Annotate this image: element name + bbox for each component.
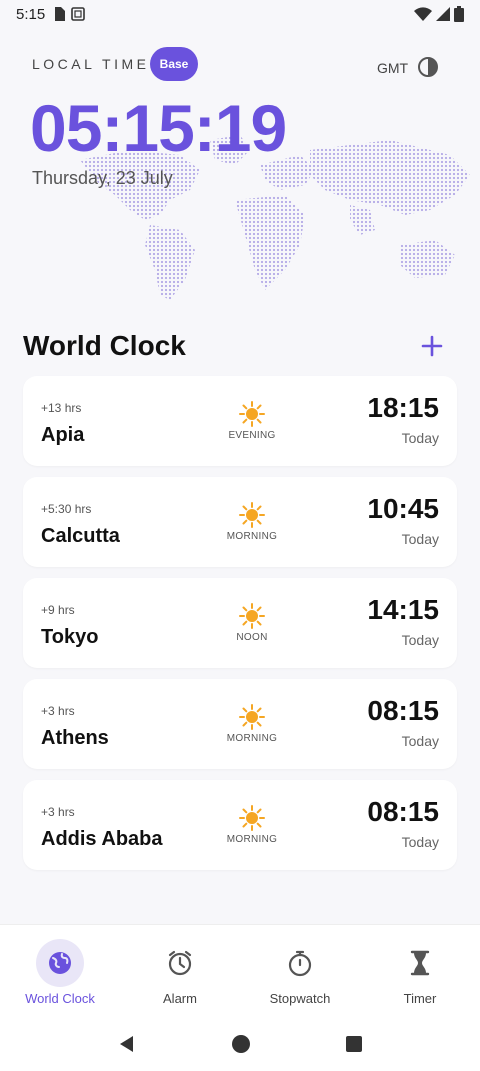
screenshot-icon	[71, 7, 86, 21]
nav-label: World Clock	[25, 991, 95, 1006]
sun-icon	[239, 401, 265, 427]
stopwatch-icon	[288, 950, 312, 977]
sim-card-icon	[55, 7, 66, 21]
add-city-button[interactable]	[418, 332, 446, 360]
gmt-label[interactable]: GMT	[377, 60, 408, 76]
world-clock-list: +13 hrs Apia EVENING 18:15 Today +5:30 h…	[23, 376, 457, 881]
nav-label: Timer	[403, 991, 437, 1006]
globe-icon	[49, 952, 71, 974]
nav-label: Stopwatch	[269, 991, 331, 1006]
battery-icon	[454, 6, 464, 22]
clock-card-athens[interactable]: +3 hrs Athens MORNING 08:15 Today	[23, 679, 457, 769]
time-offset: +5:30 hrs	[41, 502, 92, 516]
city-name: Calcutta	[41, 525, 120, 547]
time-offset: +3 hrs	[41, 805, 75, 819]
nav-icon-wrap	[156, 939, 204, 987]
city-time: 08:15	[367, 695, 439, 726]
nav-stopwatch[interactable]: Stopwatch	[240, 925, 360, 1017]
nav-alarm[interactable]: Alarm	[120, 925, 240, 1017]
base-badge[interactable]: Base	[150, 47, 198, 81]
city-day: Today	[401, 430, 439, 446]
city-day: Today	[401, 632, 439, 648]
local-time-label: LOCAL TIME	[32, 56, 150, 72]
nav-world-clock[interactable]: World Clock	[0, 925, 120, 1017]
clock-card-apia[interactable]: +13 hrs Apia EVENING 18:15 Today	[23, 376, 457, 466]
city-day: Today	[401, 733, 439, 749]
local-time-header: LOCAL TIME Base GMT	[0, 44, 480, 84]
bottom-navigation: World Clock Alarm Stopwatch Timer	[0, 924, 480, 1017]
home-icon[interactable]	[231, 1034, 251, 1054]
day-period: NOON	[236, 632, 268, 643]
local-time-display: 05:15:19	[30, 91, 287, 165]
city-day: Today	[401, 531, 439, 547]
clock-card-addis-ababa[interactable]: +3 hrs Addis Ababa MORNING 08:15 Today	[23, 780, 457, 870]
day-period: MORNING	[226, 733, 278, 744]
clock-card-tokyo[interactable]: +9 hrs Tokyo NOON 14:15 Today	[23, 578, 457, 668]
city-time: 08:15	[367, 796, 439, 827]
system-navigation-bar	[0, 1017, 480, 1071]
day-period: MORNING	[226, 834, 278, 845]
plus-icon	[421, 335, 443, 357]
hourglass-icon	[410, 950, 430, 976]
sun-icon	[239, 603, 265, 629]
city-time: 10:45	[367, 493, 439, 524]
status-bar: 5:15	[0, 0, 480, 28]
nav-icon-highlight	[36, 939, 84, 987]
time-offset: +3 hrs	[41, 704, 75, 718]
city-time: 14:15	[367, 594, 439, 625]
city-name: Addis Ababa	[41, 828, 163, 850]
sun-icon	[239, 502, 265, 528]
nav-icon-wrap	[396, 939, 444, 987]
sun-icon	[239, 805, 265, 831]
nav-timer[interactable]: Timer	[360, 925, 480, 1017]
nav-icon-wrap	[276, 939, 324, 987]
recents-icon[interactable]	[345, 1035, 363, 1053]
back-icon[interactable]	[117, 1034, 137, 1054]
nav-label: Alarm	[163, 991, 197, 1006]
sun-icon	[239, 704, 265, 730]
local-date: Thursday, 23 July	[32, 168, 173, 188]
wifi-icon	[414, 7, 432, 21]
city-name: Apia	[41, 424, 85, 446]
section-title: World Clock	[23, 330, 186, 361]
cell-signal-icon	[436, 7, 450, 21]
day-period: MORNING	[226, 531, 278, 542]
city-name: Athens	[41, 727, 109, 749]
alarm-icon	[168, 950, 192, 976]
time-offset: +13 hrs	[41, 401, 82, 415]
city-day: Today	[401, 834, 439, 850]
time-offset: +9 hrs	[41, 603, 75, 617]
status-time: 5:15	[16, 5, 46, 23]
city-name: Tokyo	[41, 626, 99, 648]
city-time: 18:15	[367, 392, 439, 423]
clock-card-calcutta[interactable]: +5:30 hrs Calcutta MORNING 10:45 Today	[23, 477, 457, 567]
theme-toggle-icon[interactable]	[417, 56, 439, 78]
day-period: EVENING	[228, 430, 276, 441]
